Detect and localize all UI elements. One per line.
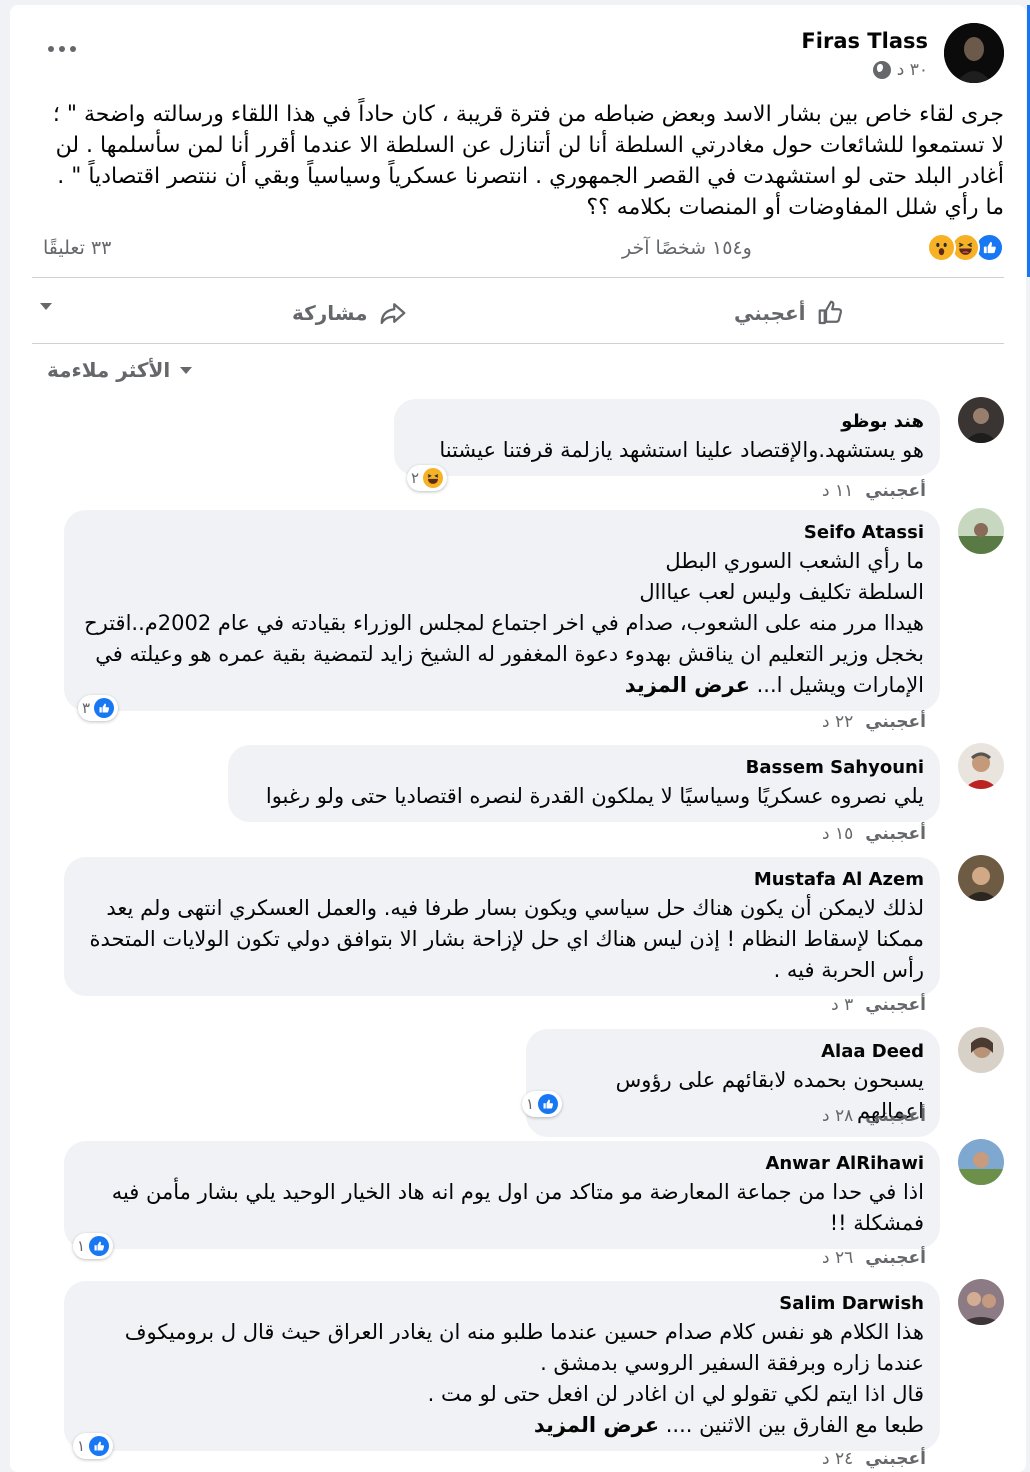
comment-like-link[interactable]: أعجبني bbox=[865, 481, 926, 501]
avatar[interactable] bbox=[944, 23, 1004, 83]
reactions-others[interactable]: و١٥٤ شخصًا آخر bbox=[622, 237, 752, 259]
wow-reaction-icon bbox=[927, 233, 956, 262]
like-reaction-icon bbox=[538, 1094, 559, 1114]
comment-actions: أعجبني ٣ د bbox=[831, 995, 926, 1015]
comment-actions: أعجبني ٢٢ د bbox=[822, 712, 926, 732]
like-button-label: أعجبني bbox=[734, 301, 806, 325]
comment-actions: أعجبني ٢٦ د bbox=[822, 1248, 926, 1268]
avatar[interactable] bbox=[958, 508, 1004, 554]
comment-time[interactable]: ٢٦ د bbox=[822, 1248, 853, 1268]
sort-label: الأكثر ملاءمة bbox=[47, 358, 171, 382]
comment-author[interactable]: Salim Darwish bbox=[80, 1291, 924, 1317]
comment-like-link[interactable]: أعجبني bbox=[865, 1106, 926, 1126]
comment-like-link[interactable]: أعجبني bbox=[865, 1248, 926, 1268]
post-author[interactable]: Firas Tlass bbox=[801, 29, 928, 53]
comment-bubble: Anwar AlRihawi اذا في حدا من جماعة المعا… bbox=[64, 1141, 940, 1249]
comment-author[interactable]: Bassem Sahyouni bbox=[244, 755, 924, 781]
comment-author[interactable]: هند بوظو bbox=[410, 409, 924, 435]
share-button[interactable]: مشاركة bbox=[292, 295, 408, 331]
comment-author[interactable]: Alaa Deed bbox=[542, 1039, 924, 1065]
reaction-count: ٢ bbox=[411, 469, 420, 487]
avatar[interactable] bbox=[958, 1279, 1004, 1325]
comment-text: يلي نصروه عسكريًا وسياسيًا لا يملكون الق… bbox=[265, 784, 924, 808]
post-text: جرى لقاء خاص بين بشار الاسد وبعض ضباطه م… bbox=[52, 102, 1004, 220]
comment-time[interactable]: ٢٤ د bbox=[822, 1449, 853, 1469]
comment-text: ما رأي الشعب السوري البطل السلطة تكليف و… bbox=[80, 546, 924, 701]
thumbs-up-icon bbox=[818, 300, 842, 325]
comment-reactions[interactable]: ٣ bbox=[78, 695, 119, 721]
avatar[interactable] bbox=[958, 397, 1004, 443]
comment-text: اذا في حدا من جماعة المعارضة مو متاكد من… bbox=[111, 1180, 924, 1235]
post-time[interactable]: ٣٠ د bbox=[897, 60, 928, 80]
comment-like-link[interactable]: أعجبني bbox=[865, 995, 926, 1015]
comment-bubble: Seifo Atassi ما رأي الشعب السوري البطل ا… bbox=[64, 510, 940, 711]
see-more-link[interactable]: عرض المزيد bbox=[534, 1413, 659, 1437]
reaction-count: ٣ bbox=[82, 699, 91, 717]
comment-text: هذا الكلام هو نفس كلام صدام حسين عندما ط… bbox=[80, 1317, 924, 1441]
reaction-count: ١ bbox=[77, 1237, 86, 1255]
like-reaction-icon bbox=[89, 1436, 110, 1456]
audience-dropdown-icon[interactable] bbox=[40, 303, 52, 310]
comment-like-link[interactable]: أعجبني bbox=[865, 824, 926, 844]
comment-like-link[interactable]: أعجبني bbox=[865, 1449, 926, 1469]
comment-sort-dropdown[interactable]: الأكثر ملاءمة bbox=[47, 358, 193, 382]
more-options-icon[interactable] bbox=[42, 35, 82, 63]
post-meta: ٣٠ د bbox=[872, 60, 928, 80]
haha-reaction-icon bbox=[423, 468, 444, 488]
comment-actions: أعجبني ٢٤ د bbox=[822, 1449, 926, 1469]
comment-time[interactable]: ١١ د bbox=[822, 481, 853, 501]
comment-reactions[interactable]: ١ bbox=[73, 1233, 114, 1259]
comment-text: لذلك لايمكن أن يكون هناك حل سياسي ويكون … bbox=[89, 896, 924, 982]
comment-bubble: Bassem Sahyouni يلي نصروه عسكريًا وسياسي… bbox=[228, 745, 940, 822]
comment-bubble: Salim Darwish هذا الكلام هو نفس كلام صدا… bbox=[64, 1281, 940, 1451]
reaction-count: ١ bbox=[526, 1095, 535, 1113]
comment-author[interactable]: Anwar AlRihawi bbox=[80, 1151, 924, 1177]
divider bbox=[32, 277, 1004, 278]
share-button-label: مشاركة bbox=[292, 301, 368, 325]
reaction-summary[interactable] bbox=[927, 233, 1004, 262]
comment-reactions[interactable]: ١ bbox=[522, 1091, 563, 1117]
comment-time[interactable]: ١٥ د bbox=[822, 824, 853, 844]
comment-reactions[interactable]: ٢ bbox=[407, 465, 448, 491]
avatar[interactable] bbox=[958, 1027, 1004, 1073]
like-reaction-icon bbox=[94, 698, 115, 718]
avatar[interactable] bbox=[958, 743, 1004, 789]
comment-text-body: ما رأي الشعب السوري البطل السلطة تكليف و… bbox=[84, 549, 924, 697]
comment-time[interactable]: ٢٢ د bbox=[822, 712, 853, 732]
avatar[interactable] bbox=[958, 855, 1004, 901]
comment-bubble: Mustafa Al Azem لذلك لايمكن أن يكون هناك… bbox=[64, 857, 940, 996]
comment-actions: أعجبني ٢٨ د bbox=[822, 1106, 926, 1126]
comment-actions: أعجبني ١٥ د bbox=[822, 824, 926, 844]
divider bbox=[32, 343, 1004, 344]
comment-time[interactable]: ٣ د bbox=[831, 995, 853, 1015]
comment-text-body: هذا الكلام هو نفس كلام صدام حسين عندما ط… bbox=[124, 1320, 924, 1437]
chevron-down-icon bbox=[180, 366, 193, 374]
like-reaction-icon bbox=[89, 1236, 110, 1256]
comment-author[interactable]: Seifo Atassi bbox=[80, 520, 924, 546]
share-icon bbox=[380, 303, 405, 325]
globe-icon bbox=[872, 61, 891, 79]
comment-author[interactable]: Mustafa Al Azem bbox=[80, 867, 924, 893]
comment-time[interactable]: ٢٨ د bbox=[822, 1106, 853, 1126]
comments-count[interactable]: ٣٣ تعليقًا bbox=[43, 237, 111, 259]
post-card: Firas Tlass ٣٠ د جرى لقاء خاص بين بشار ا… bbox=[10, 5, 1026, 1472]
avatar[interactable] bbox=[958, 1139, 1004, 1185]
comment-like-link[interactable]: أعجبني bbox=[865, 712, 926, 732]
comment-reactions[interactable]: ١ bbox=[73, 1433, 114, 1459]
like-button[interactable]: أعجبني bbox=[734, 295, 846, 331]
comment-bubble: هند بوظو هو يستشهد.والإقتصاد علينا استشه… bbox=[394, 399, 940, 476]
reaction-count: ١ bbox=[77, 1437, 86, 1455]
comment-text: هو يستشهد.والإقتصاد علينا استشهد يازلمة … bbox=[439, 438, 924, 462]
see-more-link[interactable]: عرض المزيد bbox=[625, 673, 750, 697]
comment-actions: أعجبني ١١ د bbox=[822, 481, 926, 501]
